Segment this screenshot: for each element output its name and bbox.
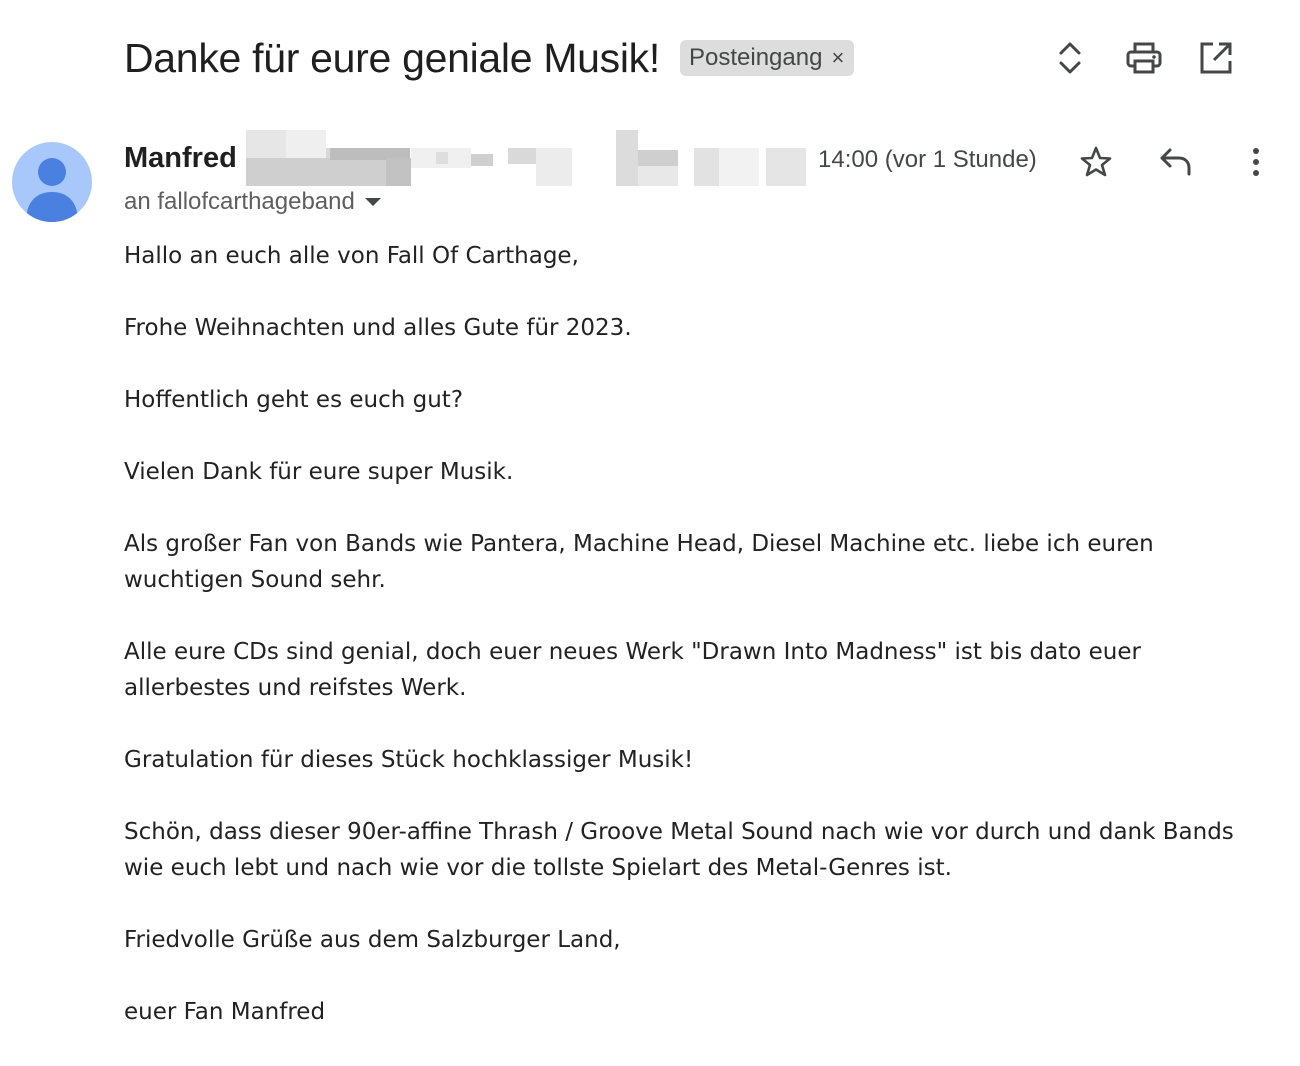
recipient-text: an fallofcarthageband	[124, 188, 355, 215]
reply-icon[interactable]	[1156, 142, 1196, 182]
person-icon	[26, 158, 78, 222]
sender-name[interactable]: Manfred	[124, 142, 237, 175]
subject-row: Danke für eure geniale Musik! Posteingan…	[124, 30, 855, 86]
show-details-caret-icon[interactable]	[364, 198, 381, 206]
remove-label-icon[interactable]: ×	[831, 47, 844, 69]
print-icon[interactable]	[1124, 38, 1164, 78]
label-chip-inbox[interactable]: Posteingang ×	[679, 40, 855, 76]
body-paragraph: Als großer Fan von Bands wie Pantera, Ma…	[124, 531, 1154, 593]
recipient-line: an fallofcarthageband	[124, 186, 381, 218]
redacted-sender-address	[246, 130, 806, 188]
body-paragraph: Schön, dass dieser 90er-affine Thrash / …	[124, 819, 1234, 881]
email-subject: Danke für eure geniale Musik!	[124, 34, 660, 81]
body-paragraph: Gratulation für dieses Stück hochklassig…	[124, 747, 694, 773]
expand-collapse-icon[interactable]	[1050, 38, 1090, 78]
thread-toolbar	[1000, 38, 1300, 78]
body-paragraph: Frohe Weihnachten und alles Gute für 202…	[124, 315, 632, 341]
body-paragraph: Hoffentlich geht es euch gut?	[124, 387, 464, 413]
more-vert-icon[interactable]	[1236, 142, 1276, 182]
label-chip-text: Posteingang	[688, 44, 823, 71]
open-in-new-window-icon[interactable]	[1196, 38, 1236, 78]
star-icon[interactable]	[1076, 142, 1116, 182]
body-paragraph: Hallo an euch alle von Fall Of Carthage,	[124, 243, 579, 269]
message-timestamp: 14:00 (vor 1 Stunde)	[818, 146, 1037, 173]
message-body: Hallo an euch alle von Fall Of Carthage,…	[124, 238, 1234, 1066]
body-paragraph: Vielen Dank für eure super Musik.	[124, 459, 514, 485]
body-paragraph: Friedvolle Grüße aus dem Salzburger Land…	[124, 927, 621, 953]
body-paragraph: Alle eure CDs sind genial, doch euer neu…	[124, 639, 1141, 701]
body-paragraph: euer Fan Manfred	[124, 999, 326, 1025]
avatar[interactable]	[12, 142, 92, 222]
